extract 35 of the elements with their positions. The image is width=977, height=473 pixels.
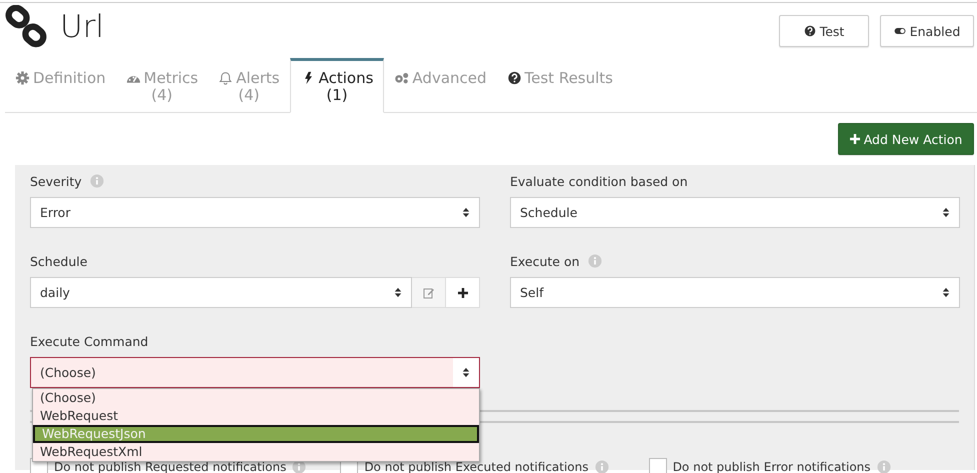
chain-icon [4, 5, 48, 49]
select-field[interactable]: (Choose) [30, 357, 480, 388]
sort-icon [394, 287, 402, 298]
checkbox[interactable] [648, 458, 667, 473]
tab[interactable]: Actions (1) [290, 58, 384, 113]
help-icon [804, 25, 816, 37]
toggle-icon [894, 25, 906, 37]
field-label: Severity [30, 174, 82, 188]
settings-icon [15, 71, 30, 85]
sort-icon [462, 367, 470, 378]
select-field[interactable]: Schedule [510, 197, 960, 228]
plus-icon [850, 134, 860, 144]
help-icon [506, 71, 522, 85]
field-label: Schedule [30, 254, 88, 268]
field-label: Execute Command [30, 334, 148, 348]
add-action-button[interactable]: Add New Action [838, 123, 974, 155]
dropdown-option[interactable]: WebRequestXml [33, 443, 479, 461]
edit-icon [422, 286, 434, 298]
select-field[interactable]: Error [30, 197, 480, 228]
dropdown-option[interactable]: WebRequest [33, 407, 479, 425]
header-button[interactable]: Test [779, 15, 869, 47]
dropdown-option[interactable]: (Choose) [33, 389, 479, 407]
page-title: Url [60, 9, 104, 45]
field-label: Evaluate condition based on [510, 174, 688, 188]
plus-icon [458, 288, 468, 298]
bell-icon [218, 71, 234, 85]
gears-icon [394, 71, 410, 85]
add-button[interactable] [446, 277, 480, 308]
sort-icon [942, 287, 950, 298]
header-button[interactable]: Enabled [880, 15, 974, 47]
field-label: Execute on [510, 254, 580, 268]
sort-icon [942, 207, 950, 218]
sort-icon [462, 207, 470, 218]
select-field[interactable]: Self [510, 277, 960, 308]
select-field[interactable]: daily [30, 277, 412, 308]
